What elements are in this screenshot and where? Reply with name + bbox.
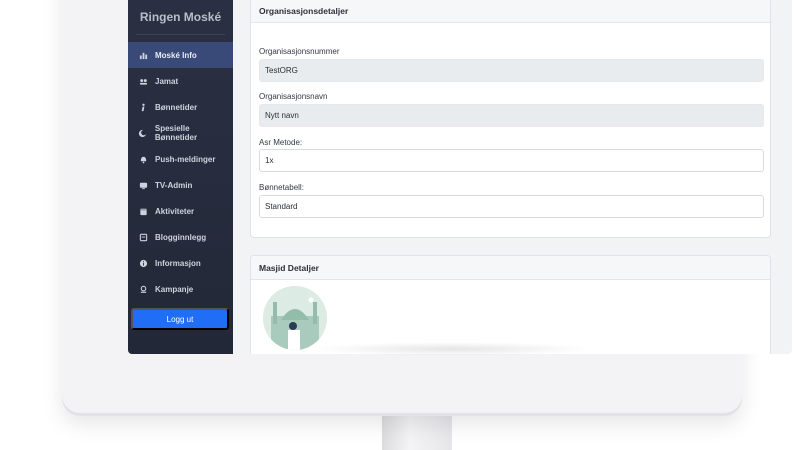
sidebar-item-label: Blogginnlegg <box>155 232 207 242</box>
sidebar: Ringen Moské Moské Info Jamat Bønnetider… <box>128 0 233 354</box>
sidebar-nav: Moské Info Jamat Bønnetider Spesielle Bø… <box>128 42 233 302</box>
masjid-image <box>263 286 327 350</box>
divider <box>136 34 225 35</box>
sidebar-item-moske-info[interactable]: Moské Info <box>128 42 233 68</box>
brand-name: Ringen Moské <box>139 10 222 24</box>
sidebar-item-label: Spesielle Bønnetider <box>154 124 198 142</box>
prayer-table-label: Bønnetabell: <box>259 183 304 192</box>
sidebar-item-aktiviteter[interactable]: Aktiviteter <box>128 198 233 224</box>
sidebar-item-kampanje[interactable]: Kampanje <box>128 276 233 302</box>
sidebar-item-label: Moské Info <box>155 50 197 60</box>
person-pray-icon <box>138 102 148 112</box>
sidebar-item-push-meldinger[interactable]: Push-meldinger <box>128 146 233 172</box>
sidebar-item-blogginnlegg[interactable]: Blogginnlegg <box>128 224 233 250</box>
sidebar-item-label: Aktiviteter <box>155 206 195 216</box>
moon-icon <box>138 128 148 138</box>
prayer-table-select[interactable]: Standard <box>259 195 764 218</box>
masjid-details-title: Masjid Detaljer <box>251 256 770 280</box>
screen-shadow <box>312 342 592 356</box>
campaign-icon <box>138 284 148 294</box>
org-details-card: Organisasjonsdetaljer Organisasjonsnumme… <box>250 0 771 238</box>
sidebar-item-label: Kampanje <box>155 284 194 294</box>
sidebar-item-informasjon[interactable]: Informasjon <box>128 250 233 276</box>
sidebar-item-tv-admin[interactable]: TV-Admin <box>128 172 233 198</box>
sidebar-item-spesielle-bonnetider[interactable]: Spesielle Bønnetider <box>128 120 233 146</box>
sidebar-item-label: Bønnetider <box>155 102 198 112</box>
sidebar-item-label: TV-Admin <box>155 180 193 190</box>
chart-icon <box>138 50 148 60</box>
sidebar-item-label: Push-meldinger <box>155 154 216 164</box>
main-content: Organisasjonsdetaljer Organisasjonsnumme… <box>233 0 792 354</box>
calendar-icon <box>138 206 148 216</box>
tv-icon <box>138 180 148 190</box>
info-icon <box>138 258 148 268</box>
org-name-field: Nytt navn <box>259 104 764 127</box>
sidebar-item-label: Informasjon <box>155 258 201 268</box>
org-number-field: TestORG <box>259 59 764 82</box>
blog-icon <box>138 232 148 242</box>
sidebar-item-label: Jamat <box>155 76 179 86</box>
bell-icon <box>138 154 148 164</box>
masjid-details-card: Masjid Detaljer <box>250 255 771 354</box>
sidebar-item-jamat[interactable]: Jamat <box>128 68 233 94</box>
org-details-title: Organisasjonsdetaljer <box>251 0 770 23</box>
logout-button[interactable]: Logg ut <box>131 308 229 330</box>
asr-method-label: Asr Metode: <box>259 138 303 147</box>
org-name-label: Organisasjonsnavn <box>259 92 328 101</box>
org-number-label: Organisasjonsnummer <box>259 47 340 56</box>
asr-method-select[interactable]: 1x <box>259 149 764 172</box>
sidebar-item-bonnetider[interactable]: Bønnetider <box>128 94 233 120</box>
monitor-frame: Ringen Moské Moské Info Jamat Bønnetider… <box>62 0 792 416</box>
screen: Ringen Moské Moské Info Jamat Bønnetider… <box>128 0 792 354</box>
people-icon <box>138 76 148 86</box>
